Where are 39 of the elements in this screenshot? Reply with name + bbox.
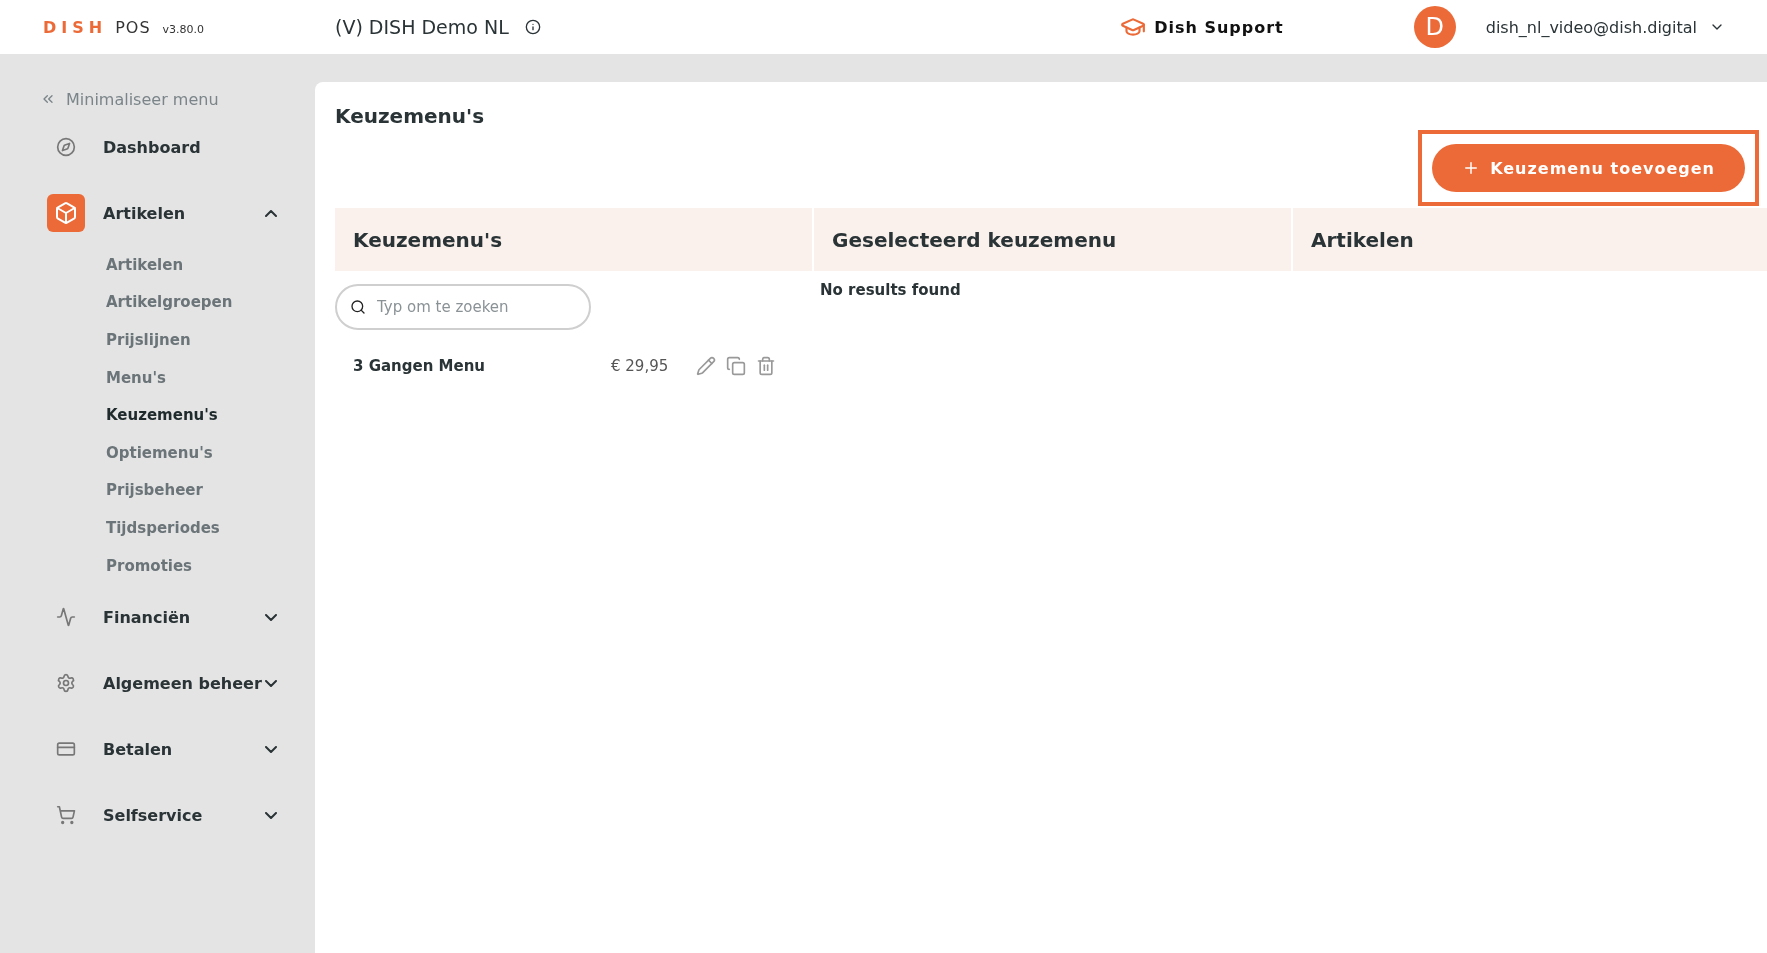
menu-price: € 29,95 [611,357,670,375]
page-title: Keuzemenu's [335,104,486,128]
search-icon [350,299,366,315]
empty-message: No results found [819,280,962,299]
search-field[interactable]: Typ om te zoeken [335,284,591,330]
box-icon [54,201,78,225]
sidebar-item[interactable]: Algemeen beheer [10,660,315,707]
sidebar-subitem[interactable]: Menu's [10,358,315,397]
sidebar-subitem[interactable]: Promoties [10,546,315,585]
column-header: Geselecteerd keuzemenu [814,208,1291,271]
support-link[interactable]: Dish Support [1120,14,1284,40]
compass-icon [56,137,76,157]
sidebar-subitem[interactable]: Keuzemenu's [10,396,315,434]
logo-product: POS [115,17,151,37]
version-label: v3.80.0 [162,22,205,36]
sidebar-item[interactable]: Artikelen [10,190,315,236]
settings-icon [56,673,76,694]
sidebar-subitem[interactable]: Artikelgroepen [10,283,315,322]
sidebar-item[interactable]: Financiën [10,594,315,641]
add-choice-menu-button[interactable]: Keuzemenu toevoegen [1432,144,1745,192]
avatar[interactable]: D [1413,6,1456,48]
column-header: Artikelen [1293,208,1767,271]
cart-icon [56,805,76,826]
menu-name[interactable]: 3 Gangen Menu [353,357,611,375]
sidebar-item[interactable]: Betalen [10,726,315,773]
column-header: Keuzemenu's [335,208,812,271]
info-icon[interactable] [524,19,541,35]
sidebar-subitem[interactable]: Prijslijnen [10,321,315,359]
minimize-menu-button[interactable]: Minimaliseer menu [10,84,315,114]
account-menu[interactable]: dish_nl_video@dish.digital [1479,16,1731,38]
pulse-icon [56,607,76,628]
venue-name: (V) DISH Demo NL [335,16,509,38]
sidebar-subitem[interactable]: Prijsbeheer [10,471,315,510]
sidebar-item[interactable]: Dashboard [10,124,315,170]
sidebar-subitem[interactable]: Artikelen [10,246,315,284]
logo-brand: DISH [43,17,108,37]
sidebar-subitem[interactable]: Tijdsperiodes [10,509,315,547]
sidebar-item[interactable]: Selfservice [10,792,315,839]
sidebar-subitem[interactable]: Optiemenu's [10,433,315,472]
